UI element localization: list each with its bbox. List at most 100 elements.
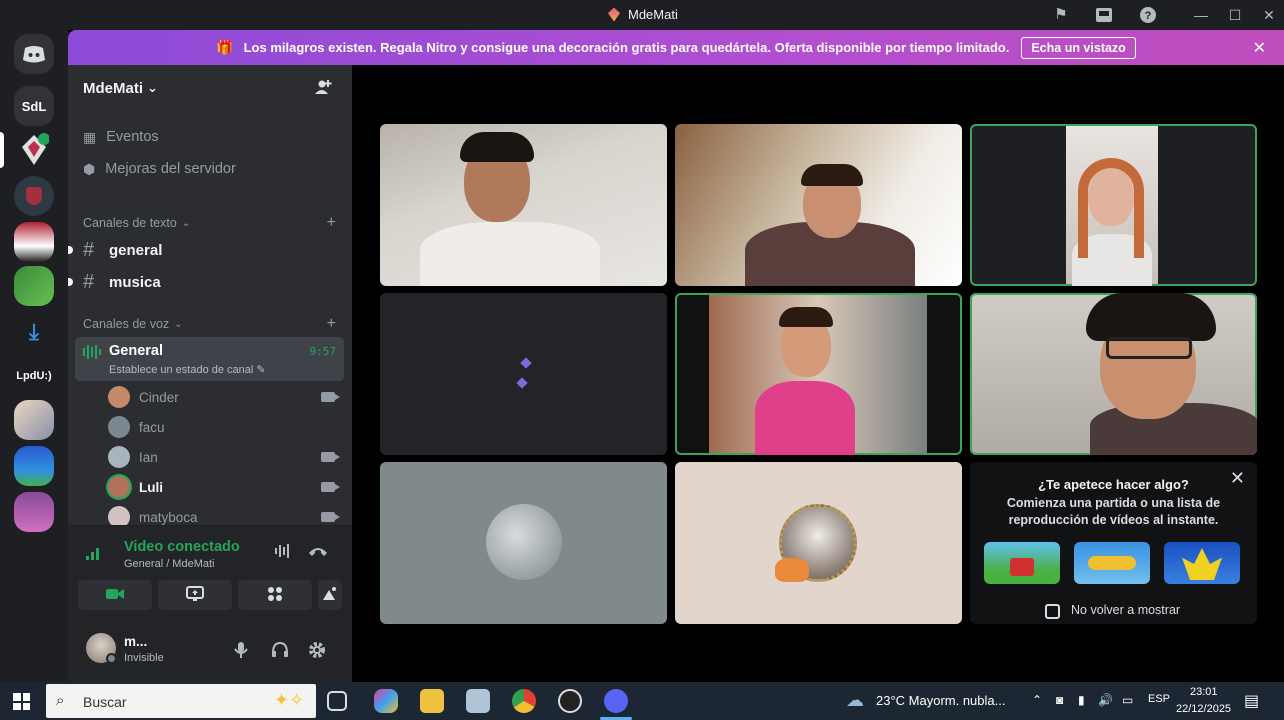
- copilot-sparkle-icon: ✦✧: [274, 690, 305, 710]
- unread-indicator: [68, 278, 73, 286]
- add-voice-channel-icon[interactable]: +: [327, 315, 336, 333]
- video-tile-speaking[interactable]: [970, 124, 1257, 286]
- server-icon-frog[interactable]: [14, 266, 54, 306]
- server-icon-mdemati[interactable]: [14, 130, 54, 170]
- server-icon-purple[interactable]: [14, 492, 54, 532]
- help-icon[interactable]: ?: [1139, 6, 1157, 24]
- server-boosts-item[interactable]: ⬢ Mejoras del servidor: [83, 157, 236, 181]
- copilot-app-icon[interactable]: [374, 689, 398, 713]
- task-view-icon[interactable]: [327, 691, 347, 711]
- clock-date[interactable]: 22/12/2025: [1176, 703, 1231, 715]
- share-screen-button[interactable]: [158, 580, 232, 610]
- voice-connection-title[interactable]: Video conectado: [124, 539, 240, 555]
- home-button[interactable]: [14, 34, 54, 74]
- user-panel: m... Invisible: [68, 625, 352, 682]
- channel-name: general: [109, 241, 163, 259]
- tray-chevron-up-icon[interactable]: ⌃: [1032, 693, 1042, 707]
- server-icon-sdl[interactable]: SdL: [14, 86, 54, 126]
- video-tile[interactable]: [675, 124, 962, 286]
- notifications-icon[interactable]: ▤: [1244, 691, 1259, 711]
- microphone-icon[interactable]: [234, 641, 248, 664]
- hash-icon: #: [83, 270, 95, 293]
- banner-cta-button[interactable]: Echa un vistazo: [1021, 36, 1136, 59]
- channel-sidebar: MdeMati ⌄ ▦ Eventos ⬢ Mejoras del servid…: [68, 65, 352, 682]
- server-icon-lpdu[interactable]: LpdU:): [14, 356, 54, 396]
- voice-user[interactable]: Ian: [108, 445, 158, 469]
- selected-server-pill: [0, 132, 4, 168]
- disconnect-icon[interactable]: [308, 544, 328, 561]
- chevron-down-icon: ⌄: [181, 217, 191, 229]
- invite-people-icon[interactable]: [314, 78, 332, 101]
- close-window-button[interactable]: ✕: [1259, 5, 1279, 25]
- video-tile-speaking[interactable]: [970, 293, 1257, 455]
- avatar: [108, 446, 130, 468]
- checkbox-label: No volver a mostrar: [1071, 603, 1181, 617]
- obs-icon[interactable]: [558, 689, 582, 713]
- file-explorer-icon[interactable]: [420, 689, 444, 713]
- app-icon[interactable]: [466, 689, 490, 713]
- video-tile-loading[interactable]: [380, 293, 667, 455]
- windows-start-button[interactable]: [13, 693, 30, 710]
- server-icon-team[interactable]: [14, 222, 54, 262]
- activity-suggestion-card: ✕ ¿Te apetece hacer algo? Comienza una p…: [970, 462, 1257, 624]
- soundboard-button[interactable]: [318, 580, 342, 610]
- add-text-channel-icon[interactable]: +: [327, 214, 336, 232]
- server-icon-crest[interactable]: [14, 176, 54, 216]
- video-tile-speaking[interactable]: [675, 293, 962, 455]
- connection-signal-icon[interactable]: [86, 546, 102, 564]
- activity-game-tile[interactable]: [1164, 542, 1240, 584]
- activity-game-tile[interactable]: [1074, 542, 1150, 584]
- text-channels-category[interactable]: Canales de texto ⌄: [83, 216, 190, 230]
- user-status: Invisible: [124, 652, 164, 664]
- status-indicator: [106, 653, 117, 664]
- flag-icon[interactable]: ⚑: [1052, 6, 1070, 24]
- weather-text[interactable]: 23°C Mayorm. nubla...: [876, 693, 1005, 708]
- maximize-button[interactable]: ☐: [1225, 5, 1245, 25]
- network-icon[interactable]: ▭: [1122, 693, 1133, 707]
- activities-button[interactable]: [238, 580, 312, 610]
- settings-gear-icon[interactable]: [308, 641, 326, 664]
- taskbar-search[interactable]: ⌕ Buscar ✦✧: [46, 684, 316, 718]
- server-name: MdeMati: [83, 79, 143, 97]
- voice-user[interactable]: Luli: [108, 475, 163, 499]
- discord-taskbar-icon[interactable]: [604, 689, 628, 713]
- video-camera-icon: [106, 587, 124, 603]
- clock-time[interactable]: 23:01: [1190, 686, 1218, 698]
- noise-suppression-icon[interactable]: [274, 544, 292, 562]
- svg-text:?: ?: [1145, 10, 1152, 22]
- camera-tray-icon[interactable]: ◙: [1056, 693, 1063, 707]
- channel-musica[interactable]: # musica: [68, 269, 161, 295]
- voice-activity-icon: [83, 345, 101, 359]
- voice-user[interactable]: Cinder: [108, 385, 179, 409]
- events-item[interactable]: ▦ Eventos: [83, 125, 159, 149]
- avatar: [108, 476, 130, 498]
- volume-icon[interactable]: 🔊: [1098, 693, 1113, 707]
- server-header[interactable]: MdeMati ⌄: [68, 65, 352, 111]
- username[interactable]: m...: [124, 634, 147, 649]
- video-tile[interactable]: [380, 124, 667, 286]
- voice-user-name: facu: [139, 419, 165, 435]
- banner-close-icon[interactable]: ✕: [1253, 38, 1266, 58]
- dont-show-again-checkbox[interactable]: [1045, 604, 1060, 619]
- minimize-button[interactable]: —: [1191, 5, 1211, 25]
- voice-channels-category[interactable]: Canales de voz ⌄: [83, 317, 183, 331]
- voice-channel-general[interactable]: General Establece un estado de canal ✎ 9…: [75, 337, 344, 381]
- server-rail: SdL ⤓ LpdU:): [0, 30, 68, 682]
- inbox-icon[interactable]: [1095, 6, 1113, 24]
- voice-user-name: Ian: [139, 449, 158, 465]
- download-apps-icon[interactable]: ⤓: [14, 312, 54, 352]
- video-tile-avatar[interactable]: [675, 462, 962, 624]
- channel-general[interactable]: # general: [68, 237, 163, 263]
- mic-tray-icon[interactable]: ▮: [1078, 693, 1085, 707]
- channel-status[interactable]: Establece un estado de canal ✎: [109, 363, 266, 376]
- voice-user[interactable]: facu: [108, 415, 165, 439]
- server-icon-anime[interactable]: [14, 400, 54, 440]
- camera-button[interactable]: [78, 580, 152, 610]
- language-indicator[interactable]: ESP: [1148, 693, 1170, 705]
- activity-game-tile[interactable]: [984, 542, 1060, 584]
- chrome-icon[interactable]: [512, 689, 536, 713]
- title-bar: MdeMati ⚑ ? — ☐ ✕: [0, 0, 1284, 30]
- server-icon-sky[interactable]: [14, 446, 54, 486]
- headphones-icon[interactable]: [271, 641, 289, 664]
- video-tile-avatar[interactable]: [380, 462, 667, 624]
